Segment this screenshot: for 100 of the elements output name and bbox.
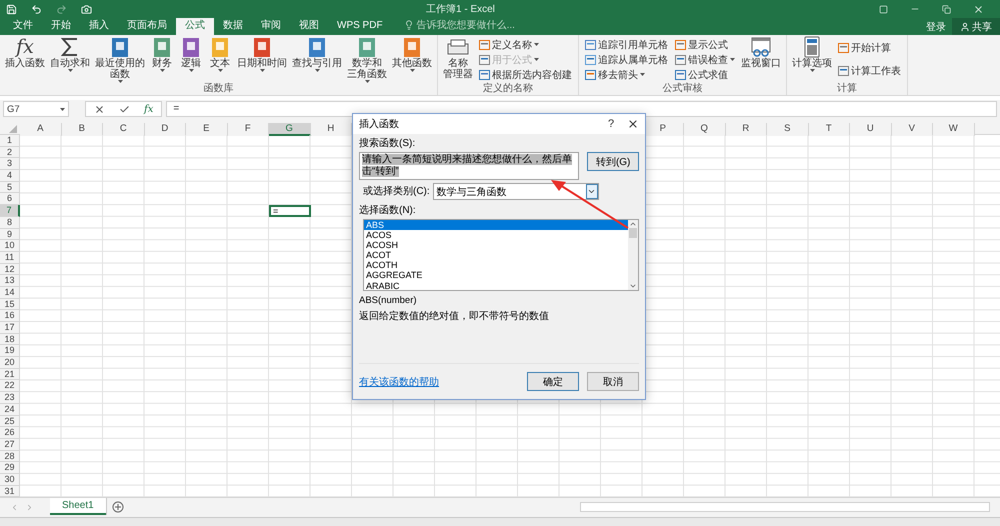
row-header[interactable]: 24	[0, 404, 20, 416]
ok-button[interactable]: 确定	[527, 372, 579, 391]
row-header[interactable]: 10	[0, 240, 20, 252]
ribbon-command[interactable]: 定义名称	[479, 38, 572, 52]
row-header[interactable]: 12	[0, 264, 20, 276]
redo-icon[interactable]	[56, 4, 67, 14]
row-header[interactable]: 18	[0, 334, 20, 346]
vertical-scrollbar[interactable]	[628, 220, 638, 290]
ribbon-tab[interactable]: 插入	[80, 18, 118, 35]
cancel-icon[interactable]	[94, 104, 105, 114]
category-select[interactable]: 数学与三角函数	[432, 183, 599, 200]
tell-me-field[interactable]: 告诉我您想要做什么...	[404, 18, 515, 35]
ribbon-button[interactable]: 日期和时间	[235, 36, 289, 83]
row-header[interactable]: 23	[0, 392, 20, 404]
ribbon-command[interactable]: 计算工作表	[838, 64, 901, 78]
insert-function-button[interactable]: fx	[144, 104, 154, 114]
ribbon-tab[interactable]: 视图	[290, 18, 328, 35]
enter-icon[interactable]	[119, 104, 130, 114]
function-item[interactable]: ACOSH	[364, 240, 628, 250]
row-header[interactable]: 14	[0, 286, 20, 299]
ribbon-button[interactable]: 查找与引用	[290, 36, 344, 83]
ribbon-tab[interactable]: 数据	[214, 18, 252, 35]
ribbon-tab[interactable]: 审阅	[252, 18, 290, 35]
formula-input[interactable]: =	[166, 101, 997, 117]
row-header[interactable]: 2	[0, 146, 20, 158]
row-header[interactable]: 13	[0, 275, 20, 287]
close-icon[interactable]	[627, 118, 639, 130]
ribbon-button[interactable]: 数学和 三角函数	[345, 36, 389, 83]
help-link[interactable]: 有关该函数的帮助	[359, 374, 519, 388]
row-header[interactable]: 27	[0, 438, 20, 451]
ribbon-command[interactable]: 根据所选内容创建	[479, 68, 572, 82]
ribbon-button[interactable]: 财务	[148, 36, 176, 83]
share-button[interactable]: 共享	[952, 18, 1000, 35]
ribbon-command[interactable]: 显示公式	[675, 38, 735, 52]
scroll-down-icon[interactable]	[629, 282, 637, 290]
ribbon-command[interactable]: 开始计算	[838, 41, 901, 56]
row-header[interactable]: 31	[0, 486, 20, 498]
row-header[interactable]: 26	[0, 427, 20, 439]
row-header[interactable]: 16	[0, 310, 20, 322]
name-box[interactable]: G7	[3, 101, 69, 117]
ribbon-button[interactable]: 逻辑	[177, 36, 205, 83]
ribbon-button[interactable]: 监视窗口	[739, 36, 783, 83]
row-header[interactable]: 28	[0, 450, 20, 462]
horizontal-scrollbar[interactable]	[580, 502, 990, 512]
undo-icon[interactable]	[31, 4, 42, 14]
ribbon-tab[interactable]: 开始	[42, 18, 80, 35]
row-header[interactable]: 7	[0, 205, 20, 217]
cancel-button[interactable]: 取消	[587, 372, 639, 391]
column-header[interactable]: A	[20, 123, 62, 136]
row-header[interactable]: 25	[0, 416, 20, 428]
active-cell[interactable]: =	[269, 205, 310, 218]
row-header[interactable]: 29	[0, 462, 20, 474]
function-item[interactable]: ACOS	[364, 230, 628, 240]
column-header[interactable]: B	[62, 123, 103, 136]
row-header[interactable]: 8	[0, 216, 20, 228]
row-header[interactable]: 6	[0, 193, 20, 206]
add-sheet-icon[interactable]	[112, 501, 124, 514]
row-header[interactable]: 20	[0, 357, 20, 369]
column-header[interactable]: C	[103, 123, 144, 136]
chevron-down-icon[interactable]	[587, 187, 596, 196]
ribbon-command[interactable]: 追踪从属单元格	[585, 52, 668, 66]
ribbon-command[interactable]: 追踪引用单元格	[585, 38, 668, 52]
sheet-tab[interactable]: Sheet1	[50, 498, 106, 516]
function-item[interactable]: ACOT	[364, 250, 628, 260]
scroll-up-icon[interactable]	[629, 220, 637, 228]
help-button[interactable]: ?	[603, 118, 619, 130]
function-item[interactable]: ACOTH	[364, 260, 628, 270]
ribbon-button[interactable]: 文本	[206, 36, 234, 83]
column-header[interactable]: G	[269, 123, 310, 136]
camera-icon[interactable]	[81, 4, 92, 14]
row-header[interactable]: 3	[0, 158, 20, 170]
search-field[interactable]: 请输入一条简短说明来描述您想做什么，然后单击“转到”	[359, 152, 580, 180]
row-header[interactable]: 22	[0, 380, 20, 392]
column-header[interactable]: H	[310, 123, 352, 136]
function-item[interactable]: ARABIC	[364, 280, 628, 291]
row-header[interactable]: 1	[0, 135, 20, 147]
ribbon-command[interactable]: 移去箭头	[585, 68, 668, 82]
row-header[interactable]: 9	[0, 228, 20, 240]
column-header[interactable]: E	[186, 123, 228, 136]
ribbon-button[interactable]: 其他函数	[390, 36, 434, 83]
ribbon-button[interactable]: 计算选项	[790, 36, 834, 83]
row-header[interactable]: 21	[0, 368, 20, 380]
row-header[interactable]: 30	[0, 474, 20, 486]
go-button[interactable]: 转到(G)	[587, 152, 639, 171]
restore-icon[interactable]	[942, 4, 951, 14]
save-icon[interactable]	[6, 4, 17, 14]
column-header[interactable]: V	[892, 123, 933, 136]
ribbon-button[interactable]: 自动求和	[48, 36, 92, 83]
column-header[interactable]: R	[726, 123, 767, 136]
ribbon-tab[interactable]: 文件	[4, 18, 42, 35]
ribbon-command[interactable]: 错误检查	[675, 52, 735, 66]
ribbon-button[interactable]: 名称 管理器	[441, 36, 475, 83]
column-header[interactable]: W	[933, 123, 974, 136]
row-header[interactable]: 5	[0, 182, 20, 194]
row-header[interactable]: 4	[0, 170, 20, 182]
scroll-thumb[interactable]	[629, 228, 637, 238]
ribbon-command[interactable]: 公式求值	[675, 68, 735, 82]
ribbon-button[interactable]: 最近使用的 函数	[93, 36, 147, 83]
column-header[interactable]: D	[144, 123, 186, 136]
row-header[interactable]: 15	[0, 298, 20, 310]
